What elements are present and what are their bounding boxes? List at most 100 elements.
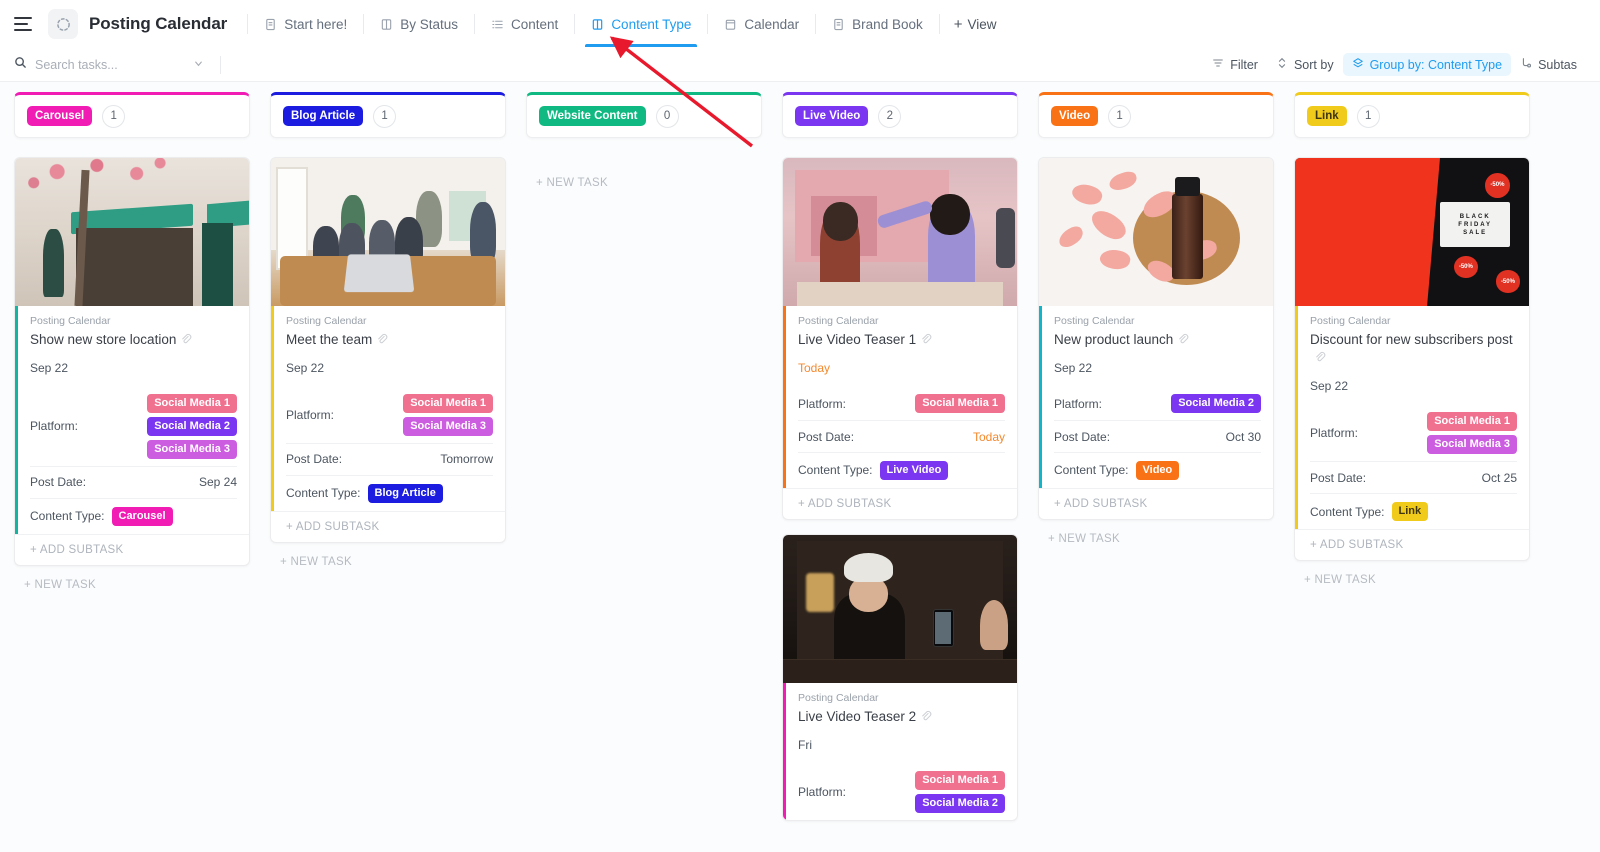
add-view-button[interactable]: + View xyxy=(944,17,1007,32)
card-breadcrumb: Posting Calendar xyxy=(30,315,111,327)
search-box[interactable] xyxy=(14,56,214,74)
add-subtask-button[interactable]: + ADD SUBTASK xyxy=(271,510,505,542)
card-date: Today xyxy=(798,361,831,376)
subtasks-button[interactable]: Subtas xyxy=(1511,53,1586,76)
post-date-row: Post Date: Sep 24 xyxy=(30,465,237,498)
column-header[interactable]: Blog Article 1 xyxy=(270,92,506,138)
task-card[interactable]: Posting Calendar New product launch Sep 22… xyxy=(1038,157,1274,520)
column-header[interactable]: Live Video 2 xyxy=(782,92,1018,138)
platform-row: Platform: Social Media 1 Social Media 3 xyxy=(1310,405,1517,461)
new-task-button[interactable]: + NEW TASK xyxy=(526,157,762,189)
post-date-row: Post Date: Oct 25 xyxy=(1310,461,1517,493)
column-body: Posting Calendar Show new store location S… xyxy=(14,157,250,591)
tab-by-status[interactable]: By Status xyxy=(368,1,470,47)
task-card[interactable]: BLACK FRIDAY SALE -50% -50% -50% Posting Calen… xyxy=(1294,157,1530,561)
board-column: Website Content 0 + NEW TASK xyxy=(526,92,762,189)
platform-tag: Social Media 2 xyxy=(915,793,1005,813)
new-task-button[interactable]: + NEW TASK xyxy=(1294,561,1530,586)
divider xyxy=(247,14,249,34)
task-card[interactable]: Posting Calendar Show new store location S… xyxy=(14,157,250,566)
platform-tag: Social Media 2 xyxy=(1171,394,1261,414)
add-subtask-button[interactable]: + ADD SUBTASK xyxy=(15,533,249,565)
menu-icon[interactable] xyxy=(14,13,36,35)
view-toolbar: Filter Sort by Group by: Content Type Su… xyxy=(0,48,1600,82)
tab-content[interactable]: Content xyxy=(479,1,570,47)
board-icon xyxy=(591,18,604,31)
platform-row: Platform: Social Media 2 xyxy=(1054,387,1261,420)
subtasks-label: Subtas xyxy=(1538,57,1577,72)
post-date-label: Post Date: xyxy=(1310,470,1367,485)
divider xyxy=(363,14,365,34)
new-task-button[interactable]: + NEW TASK xyxy=(14,566,250,591)
list-icon xyxy=(491,18,504,31)
platform-tag: Social Media 1 xyxy=(1427,412,1517,432)
tab-label: Content Type xyxy=(611,16,692,32)
column-header[interactable]: Website Content 0 xyxy=(526,92,762,138)
attachment-icon xyxy=(920,709,932,727)
column-type-badge: Live Video xyxy=(795,105,869,127)
filter-button[interactable]: Filter xyxy=(1203,53,1267,76)
task-card[interactable]: Posting Calendar Live Video Teaser 1 Today… xyxy=(782,157,1018,520)
board-column: Video 1 Posting Calendar New product launch… xyxy=(1038,92,1274,545)
card-spacer xyxy=(782,520,1018,534)
divider xyxy=(574,14,576,34)
search-input[interactable] xyxy=(35,57,185,72)
task-card[interactable]: Posting Calendar Live Video Teaser 2 Fri Pl… xyxy=(782,533,1018,821)
platform-tag: Social Media 3 xyxy=(1427,435,1517,455)
new-task-button[interactable]: + NEW TASK xyxy=(270,543,506,568)
divider xyxy=(815,14,817,34)
column-count: 0 xyxy=(655,104,679,128)
tab-label: By Status xyxy=(400,16,459,32)
add-subtask-button[interactable]: + ADD SUBTASK xyxy=(783,487,1017,519)
platform-tag: Social Media 3 xyxy=(147,439,237,459)
card-title[interactable]: New product launch xyxy=(1054,331,1261,350)
column-header[interactable]: Carousel 1 xyxy=(14,92,250,138)
card-title[interactable]: Live Video Teaser 2 xyxy=(798,708,1005,727)
tab-calendar[interactable]: Calendar xyxy=(712,1,811,47)
card-title[interactable]: Show new store location xyxy=(30,331,237,350)
column-body: Posting Calendar New product launch Sep 22… xyxy=(1038,157,1274,545)
platform-tags: Social Media 1 Social Media 2 Social Media… xyxy=(147,394,237,459)
card-title[interactable]: Discount for new subscribers post xyxy=(1310,331,1517,368)
task-card[interactable]: Posting Calendar Meet the team Sep 22 Platf… xyxy=(270,157,506,543)
card-cover-image xyxy=(1039,158,1273,306)
workspace-avatar-icon[interactable] xyxy=(48,9,78,39)
platform-row: Platform: Social Media 1 Social Media 3 xyxy=(286,387,493,443)
card-breadcrumb: Posting Calendar xyxy=(1054,315,1135,327)
platform-row: Platform: Social Media 1 xyxy=(798,387,1005,420)
add-subtask-button[interactable]: + ADD SUBTASK xyxy=(1039,487,1273,519)
column-header[interactable]: Video 1 xyxy=(1038,92,1274,138)
card-title[interactable]: Meet the team xyxy=(286,331,493,350)
add-subtask-button[interactable]: + ADD SUBTASK xyxy=(1295,528,1529,560)
add-view-label: View xyxy=(967,16,997,32)
content-type-row: Content Type: Live Video xyxy=(798,452,1005,488)
chevron-down-icon[interactable] xyxy=(193,58,204,72)
post-date-value: Tomorrow xyxy=(440,452,493,467)
tab-start-here[interactable]: Start here! xyxy=(252,1,359,47)
tab-content-type[interactable]: Content Type xyxy=(579,1,703,47)
divider xyxy=(938,14,940,34)
content-type-tag: Blog Article xyxy=(367,483,443,503)
group-by-label: Group by: Content Type xyxy=(1369,57,1503,72)
content-type-row: Content Type: Link xyxy=(1310,493,1517,529)
card-cover-image xyxy=(15,158,249,306)
column-header[interactable]: Link 1 xyxy=(1294,92,1530,138)
card-title-text: Show new store location xyxy=(30,332,177,347)
platform-tags: Social Media 2 xyxy=(1171,394,1261,414)
card-title[interactable]: Live Video Teaser 1 xyxy=(798,331,1005,350)
content-type-label: Content Type: xyxy=(1054,463,1129,478)
platform-row: Platform: Social Media 1 Social Media 2 xyxy=(798,764,1005,820)
tab-brand-book[interactable]: Brand Book xyxy=(820,1,935,47)
column-body: Posting Calendar Meet the team Sep 22 Platf… xyxy=(270,157,506,568)
sort-button[interactable]: Sort by xyxy=(1267,53,1343,76)
post-date-value: Sep 24 xyxy=(198,475,237,490)
card-cover-image xyxy=(783,158,1017,306)
attachment-icon xyxy=(1177,332,1189,350)
column-body: Posting Calendar Live Video Teaser 1 Today… xyxy=(782,157,1018,821)
new-task-button[interactable]: + NEW TASK xyxy=(1038,520,1274,545)
group-by-button[interactable]: Group by: Content Type xyxy=(1342,53,1512,76)
platform-tag: Social Media 3 xyxy=(403,417,493,436)
card-title-text: Live Video Teaser 2 xyxy=(798,708,917,724)
content-type-label: Content Type: xyxy=(1310,504,1385,519)
column-count: 1 xyxy=(373,104,397,128)
